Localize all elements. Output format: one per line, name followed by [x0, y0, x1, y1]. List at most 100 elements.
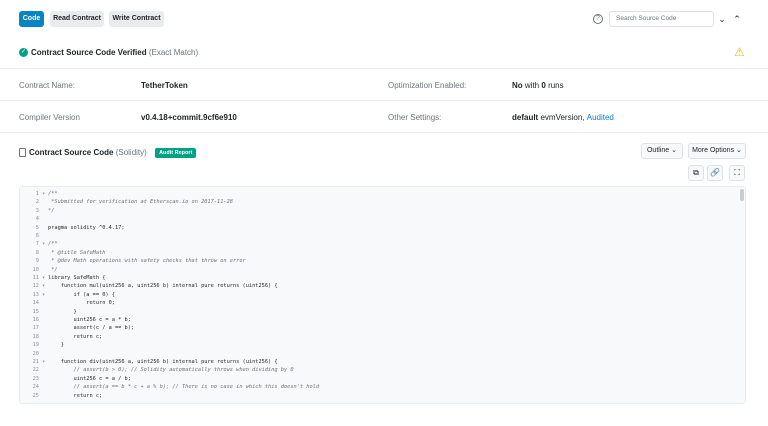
chevron-up-icon[interactable]: ⌃: [731, 11, 743, 27]
line-number: 3: [35, 207, 39, 214]
file-code-icon: [19, 148, 26, 158]
line-number: 18: [32, 333, 39, 340]
code-text: *Submitted for verification at Etherscan…: [48, 199, 233, 206]
code-line: 24 // assert(a == b * c + a % b); // The…: [20, 384, 740, 391]
code-line: 5 pragma solidity ^0.4.17;: [20, 225, 740, 232]
code-text: // assert(b > 0); // Solidity automatica…: [48, 367, 294, 374]
divider: [0, 132, 768, 133]
outline-button[interactable]: Outline ⌄: [641, 143, 683, 159]
code-line: 21 ▾ function div(uint256 a, uint256 b) i…: [20, 359, 740, 366]
code-text: */: [48, 207, 55, 214]
line-number: 9: [35, 258, 39, 265]
divider: [0, 68, 768, 69]
code-line: 22 // assert(b > 0); // Solidity automat…: [20, 367, 740, 374]
code-text: return c;: [48, 333, 103, 340]
verified-title: Contract Source Code Verified: [31, 48, 147, 57]
code-line: 6: [20, 233, 740, 240]
line-number: 4: [35, 216, 39, 223]
line-number: 10: [32, 266, 39, 273]
code-text: * @title SafeMath: [48, 249, 106, 256]
divider: [0, 100, 768, 101]
tab-code[interactable]: Code: [19, 11, 44, 27]
code-text: /**: [48, 241, 58, 248]
code-text: }: [48, 308, 77, 315]
code-line: 1 ▾/**: [20, 191, 740, 198]
code-line: 7 ▾/**: [20, 241, 740, 248]
line-number: 23: [32, 375, 39, 382]
code-line: 8 * @title SafeMath: [20, 250, 740, 257]
line-number: 25: [32, 392, 39, 399]
contract-name-value: TetherToken: [141, 81, 188, 90]
code-text: uint256 c = a * b;: [48, 317, 131, 323]
line-number: 7: [35, 241, 39, 248]
code-text: // assert(a == b * c + a % b); // There …: [48, 384, 320, 391]
code-line: 19 }: [20, 342, 740, 349]
link-icon[interactable]: 🔗: [707, 165, 723, 181]
tab-read-contract[interactable]: Read Contract: [50, 11, 104, 27]
code-line: 11 ▾ library SafeMath {: [20, 275, 740, 282]
code-text: if (a == 0) {: [48, 291, 115, 298]
code-text: library SafeMath {: [48, 275, 106, 281]
source-code-language: (Solidity): [115, 148, 147, 157]
optimization-value: No with 0 runs: [512, 80, 564, 92]
source-code-heading: Contract Source Code (Solidity) Audit Re…: [19, 147, 197, 159]
line-number: 11: [32, 275, 39, 281]
compiler-version-label: Compiler Version: [19, 113, 80, 122]
line-number: 5: [35, 224, 39, 231]
code-text: function div(uint256 a, uint256 b) inter…: [48, 359, 278, 365]
code-line: 4: [20, 216, 740, 223]
code-line: 18 return c;: [20, 334, 740, 341]
line-number: 12: [32, 283, 39, 290]
code-line: 23 uint256 c = a / b;: [20, 376, 740, 383]
copy-icon[interactable]: ⧉: [688, 165, 704, 181]
search-source-input[interactable]: Search Source Code: [609, 11, 714, 27]
optimization-runs-suffix: runs: [548, 81, 564, 90]
help-icon[interactable]: ?: [593, 14, 603, 24]
chevron-down-icon: ⌄: [736, 147, 742, 154]
other-settings-evm: evmVersion,: [540, 113, 585, 122]
verified-status: ✓ Contract Source Code Verified (Exact Ma…: [19, 47, 198, 59]
more-options-label: More Options: [692, 147, 735, 154]
code-text: return c;: [48, 392, 103, 399]
scrollbar-thumb[interactable]: [740, 189, 744, 201]
line-number: 6: [35, 233, 39, 239]
code-line: 10 */: [20, 267, 740, 274]
optimization-with: with: [524, 81, 540, 90]
warning-icon[interactable]: ⚠: [734, 45, 745, 59]
code-line: 12 ▾ function mul(uint256 a, uint256 b) i…: [20, 283, 740, 290]
code-text: assert(c / a == b);: [48, 325, 135, 332]
source-code-title: Contract Source Code: [29, 148, 114, 157]
verified-match: (Exact Match): [148, 48, 199, 57]
other-settings-label: Other Settings:: [388, 113, 442, 122]
line-number: 8: [35, 249, 39, 256]
line-number: 21: [32, 359, 39, 365]
line-number: 17: [32, 325, 39, 332]
code-line: 2 *Submitted for verification at Ethersc…: [20, 199, 740, 206]
line-number: 19: [32, 342, 39, 349]
outline-label: Outline: [646, 147, 670, 154]
code-text: uint256 c = a / b;: [48, 375, 131, 382]
more-options-button[interactable]: More Options ⌄: [688, 143, 746, 159]
audited-link[interactable]: Audited: [587, 113, 614, 122]
line-number: 22: [32, 367, 39, 374]
top-toolbar: Code Read Contract Write Contract ? Sear…: [0, 0, 768, 36]
audit-report-badge[interactable]: Audit Report: [155, 147, 197, 158]
line-number: 24: [32, 384, 39, 391]
code-text: /**: [48, 191, 58, 197]
code-text: * @dev Math operations with safety check…: [48, 258, 246, 265]
contract-name-label: Contract Name:: [19, 81, 76, 90]
chevron-down-icon[interactable]: ⌄: [716, 11, 728, 27]
other-settings-default: default: [512, 113, 539, 122]
other-settings-value: default evmVersion, Audited: [512, 112, 614, 124]
optimization-enabled: No: [512, 81, 523, 90]
code-line: 17 assert(c / a == b);: [20, 325, 740, 332]
compiler-version-value: v0.4.18+commit.9cf6e910: [141, 113, 237, 122]
tab-write-contract[interactable]: Write Contract: [109, 11, 164, 27]
optimization-runs-count: 0: [541, 81, 546, 90]
code-line: 13 ▾ if (a == 0) {: [20, 292, 740, 299]
code-editor[interactable]: 1 ▾/** 2 *Submitted for verification at Et…: [19, 186, 746, 404]
code-text: return 0;: [48, 300, 115, 307]
line-number: 1: [35, 191, 39, 197]
fullscreen-icon[interactable]: ⛶: [729, 165, 745, 181]
chevron-down-icon: ⌄: [671, 147, 677, 154]
